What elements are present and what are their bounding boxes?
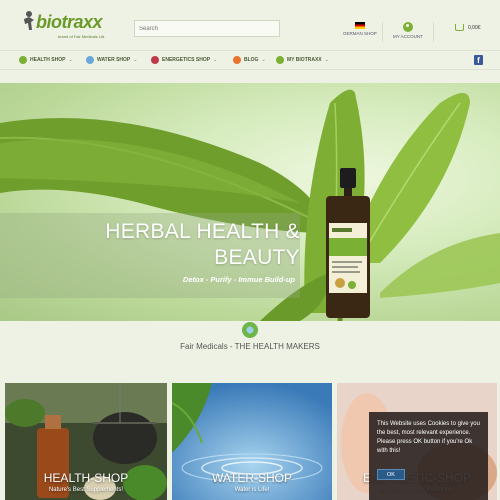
- chevron-down-icon: ⌄: [133, 57, 138, 63]
- chevron-down-icon: ⌄: [261, 57, 266, 63]
- main-nav: HEALTH SHOP ⌄ WATER SHOP ⌄ ENERGETICS SH…: [0, 50, 500, 70]
- blog-icon: [233, 56, 241, 64]
- energy-icon: [151, 56, 159, 64]
- chevron-down-icon: ⌄: [324, 57, 329, 63]
- nav-label: BLOG: [244, 57, 259, 63]
- water-shop-card[interactable]: WATER-SHOP Water is Life!: [172, 383, 332, 500]
- nav-item-blog[interactable]: BLOG ⌄: [233, 56, 266, 64]
- hero-banner[interactable]: HERBAL HEALTH & BEAUTY Detox - Purify - …: [0, 83, 500, 321]
- hero-subtitle: Detox - Purify - Immue Build-up: [182, 275, 295, 284]
- tagline: Fair Medicals - THE HEALTH MAKERS: [180, 342, 320, 351]
- account-icon: [402, 22, 413, 32]
- nav-item-my-biotraxx[interactable]: MY BIOTRAXX ⌄: [276, 56, 329, 64]
- header: biotraxx brand of Fair Medicals Ltd. GER…: [0, 0, 500, 50]
- tree-icon: [19, 56, 27, 64]
- cart-icon: [455, 24, 464, 31]
- globe-tree-icon: [242, 322, 258, 338]
- hero-title: HERBAL HEALTH & BEAUTY: [80, 219, 300, 271]
- hero-title-line1: HERBAL HEALTH &: [105, 220, 300, 243]
- my-account-label: MY ACCOUNT: [393, 34, 423, 39]
- facebook-icon[interactable]: f: [474, 55, 483, 65]
- card-subtitle: Nature's Best Supplements!: [48, 487, 124, 493]
- nav-label: WATER SHOP: [97, 57, 131, 63]
- water-icon: [86, 56, 94, 64]
- user-icon: [276, 56, 284, 64]
- nav-item-water-shop[interactable]: WATER SHOP ⌄: [86, 56, 137, 64]
- health-shop-card[interactable]: HEALTH-SHOP Nature's Best Supplements!: [5, 383, 167, 500]
- nav-item-health-shop[interactable]: HEALTH SHOP ⌄: [19, 56, 73, 64]
- header-divider: [433, 22, 434, 42]
- card-title: WATER-SHOP: [212, 471, 292, 485]
- logo-wordmark: biotraxx: [36, 12, 103, 32]
- cart-total: 0,00€: [468, 24, 481, 31]
- cookie-ok-button[interactable]: OK: [377, 469, 405, 480]
- logo-subtitle: brand of Fair Medicals Ltd.: [58, 34, 106, 39]
- search-input[interactable]: [134, 20, 280, 37]
- nav-label: ENERGETICS SHOP: [162, 57, 211, 63]
- card-title: HEALTH-SHOP: [43, 471, 129, 485]
- card-subtitle: Water is Life!: [234, 487, 270, 493]
- nav-label: MY BIOTRAXX: [287, 57, 322, 63]
- cookie-banner: This Website uses Cookies to give you th…: [369, 412, 488, 500]
- nav-label: HEALTH SHOP: [30, 57, 66, 63]
- nav-item-energetics-shop[interactable]: ENERGETICS SHOP ⌄: [151, 56, 217, 64]
- cookie-message: This Website uses Cookies to give you th…: [377, 421, 480, 454]
- german-shop-label: GERMAN SHOP: [343, 31, 377, 36]
- chevron-down-icon: ⌄: [213, 57, 218, 63]
- logo[interactable]: biotraxx brand of Fair Medicals Ltd.: [14, 8, 124, 42]
- cart-button[interactable]: 0,00€: [455, 24, 481, 31]
- hero-title-line2: BEAUTY: [214, 246, 300, 269]
- german-shop-link[interactable]: GERMAN SHOP: [343, 22, 377, 36]
- header-divider: [382, 22, 383, 42]
- german-flag-icon: [354, 22, 365, 29]
- chevron-down-icon: ⌄: [68, 57, 73, 63]
- my-account-link[interactable]: MY ACCOUNT: [393, 22, 423, 39]
